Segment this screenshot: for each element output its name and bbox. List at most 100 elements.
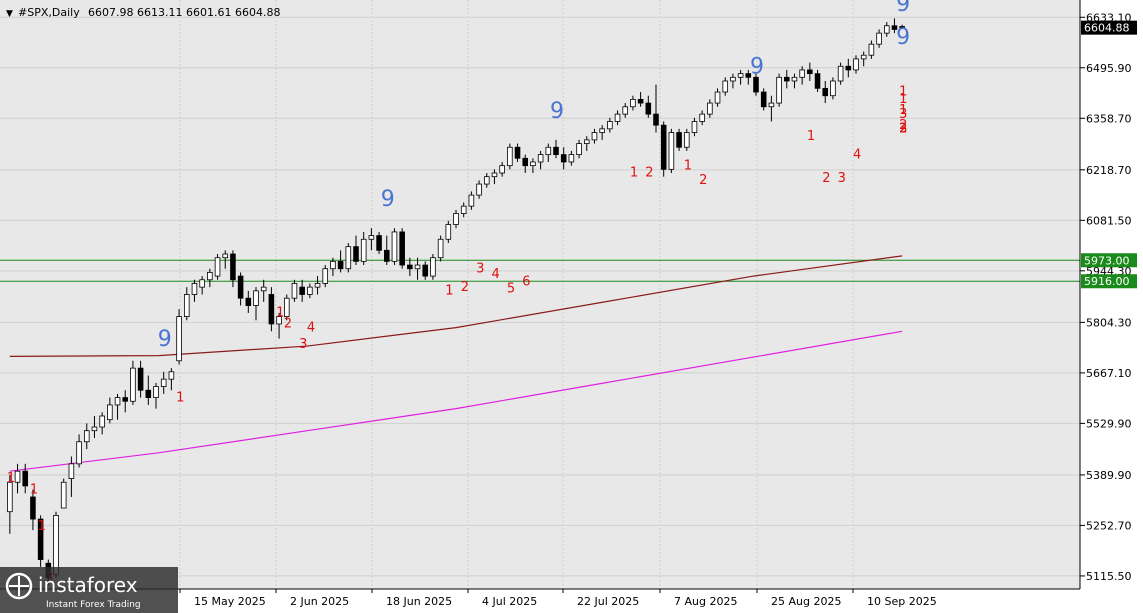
price-tick-label: 6358.70 — [1086, 112, 1132, 125]
sequential-count-label: 2 — [699, 173, 707, 188]
price-tick-label: 6218.70 — [1086, 164, 1132, 177]
candle-body — [91, 426, 98, 432]
candle-body — [122, 397, 129, 402]
candle-body — [707, 102, 713, 115]
candlestick — [837, 62, 844, 85]
candle-body — [160, 378, 167, 387]
candle-body — [791, 76, 798, 82]
candle-body — [299, 286, 305, 295]
candle-body — [437, 238, 444, 259]
watermark-brand: instaforex — [38, 573, 138, 597]
price-tick-label: 6081.50 — [1086, 214, 1132, 227]
price-tick-label: 5115.50 — [1086, 570, 1132, 583]
candlestick — [830, 77, 836, 100]
price-tick-label: 5804.30 — [1086, 316, 1132, 329]
sequential-count-label: 3 — [476, 261, 484, 276]
candle-body — [214, 257, 221, 277]
sequential-count-label: 1 — [445, 284, 453, 299]
candle-body — [130, 367, 136, 402]
candle-body — [845, 65, 852, 71]
sequential-count-label: 6 — [522, 274, 530, 289]
candle-body — [283, 297, 290, 317]
candlestick — [214, 254, 221, 280]
candle-body — [330, 260, 336, 270]
time-tick-label: 18 Jun 2025 — [386, 595, 452, 608]
price-tick-label: 6495.90 — [1086, 62, 1132, 75]
candle-body — [683, 132, 690, 148]
candle-body — [76, 441, 82, 465]
candle-body — [883, 25, 890, 34]
sequential-nine-label: 9 — [896, 25, 910, 50]
plot-background — [0, 0, 1080, 589]
candlestick — [176, 309, 182, 365]
candle-body — [760, 91, 767, 108]
candle-body — [383, 249, 390, 262]
candle-body — [676, 132, 682, 148]
candle-body — [776, 76, 782, 104]
collapse-triangle-icon[interactable]: ▼ — [6, 9, 13, 19]
candle-body — [291, 283, 298, 299]
sequential-count-label: 1 — [899, 85, 907, 100]
price-tick-label: 5389.90 — [1086, 469, 1132, 482]
candle-body — [268, 294, 275, 325]
candle-body — [591, 132, 598, 141]
candlestick — [437, 235, 444, 262]
candle-body — [314, 283, 321, 288]
candle-body — [630, 98, 636, 108]
candlestick — [60, 478, 67, 509]
candle-body — [307, 286, 313, 295]
candle-body — [99, 415, 105, 428]
candle-body — [637, 98, 644, 104]
sequential-count-label: 1 — [38, 519, 46, 534]
candle-body — [199, 279, 205, 288]
candle-body — [768, 102, 775, 108]
candle-body — [430, 257, 436, 277]
candle-body — [207, 272, 213, 281]
time-tick-label: 22 Jul 2025 — [577, 595, 639, 608]
candle-body — [499, 165, 505, 174]
candlestick — [430, 254, 436, 280]
candle-body — [822, 87, 829, 97]
sequential-count-label: 2 — [822, 171, 830, 186]
candle-body — [168, 371, 175, 380]
candle-body — [137, 367, 144, 391]
price-tick-label: 5252.70 — [1086, 519, 1132, 532]
sequential-nine-label: 9 — [381, 187, 395, 212]
candle-body — [714, 91, 721, 104]
candle-body — [60, 481, 67, 509]
sequential-nine-label: 9 — [158, 327, 172, 352]
candle-body — [530, 161, 536, 167]
candle-body — [730, 76, 736, 82]
sequential-count-label: 2 — [284, 317, 292, 332]
sequential-count-label: 5 — [507, 282, 515, 297]
candle-body — [391, 231, 398, 262]
candle-body — [853, 58, 859, 71]
candlestick — [760, 88, 767, 111]
candlestick — [391, 228, 398, 266]
sequential-count-label: 4 — [307, 320, 315, 335]
time-tick-label: 7 Aug 2025 — [674, 595, 737, 608]
time-tick-label: 10 Sep 2025 — [867, 595, 937, 608]
candlestick — [445, 220, 452, 243]
candle-body — [607, 121, 613, 130]
candle-body — [514, 146, 521, 159]
time-tick-label: 15 May 2025 — [194, 595, 266, 608]
candlestick — [507, 143, 513, 170]
candle-body — [476, 183, 482, 196]
candle-body — [622, 106, 629, 115]
sequential-count-label: 2 — [645, 166, 653, 181]
candle-body — [22, 470, 29, 487]
candlestick — [291, 279, 298, 302]
candle-body — [237, 275, 244, 299]
candlestick — [660, 121, 667, 177]
candle-body — [399, 231, 405, 266]
candle-body — [345, 246, 352, 270]
candlestick — [345, 242, 352, 273]
sequential-count-label: 1 — [630, 166, 638, 181]
price-chart: 9999991124312345612121234123121231113 66… — [0, 0, 1143, 613]
candlestick — [668, 128, 675, 174]
sequential-count-label: 1 — [684, 158, 692, 173]
candle-body — [14, 470, 21, 483]
candle-body — [253, 290, 259, 306]
candlestick — [676, 128, 682, 151]
